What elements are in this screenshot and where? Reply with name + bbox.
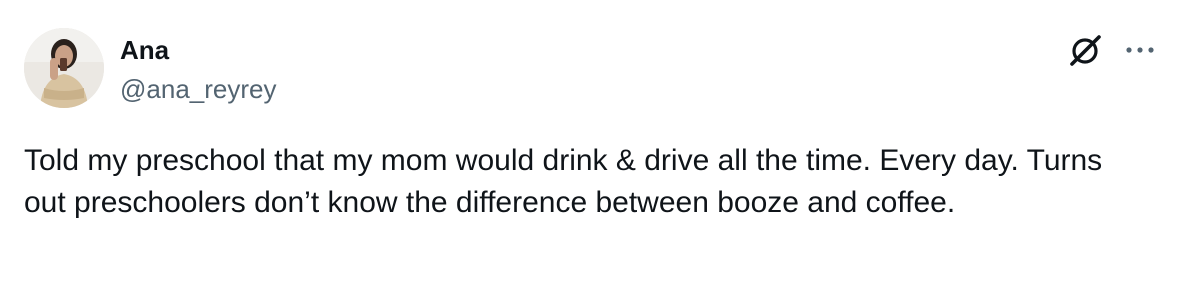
more-options-icon[interactable]	[1124, 38, 1156, 62]
tweet-text: Told my preschool that my mom would drin…	[24, 144, 1103, 219]
author-handle[interactable]: @ana_reyrey	[120, 74, 276, 104]
avatar-image	[24, 28, 104, 108]
tweet-card: Ana @ana_reyrey Told my preschool that m…	[0, 0, 1180, 296]
grok-icon[interactable]	[1066, 30, 1106, 70]
avatar[interactable]	[24, 28, 104, 108]
author-name[interactable]: Ana	[120, 35, 169, 65]
